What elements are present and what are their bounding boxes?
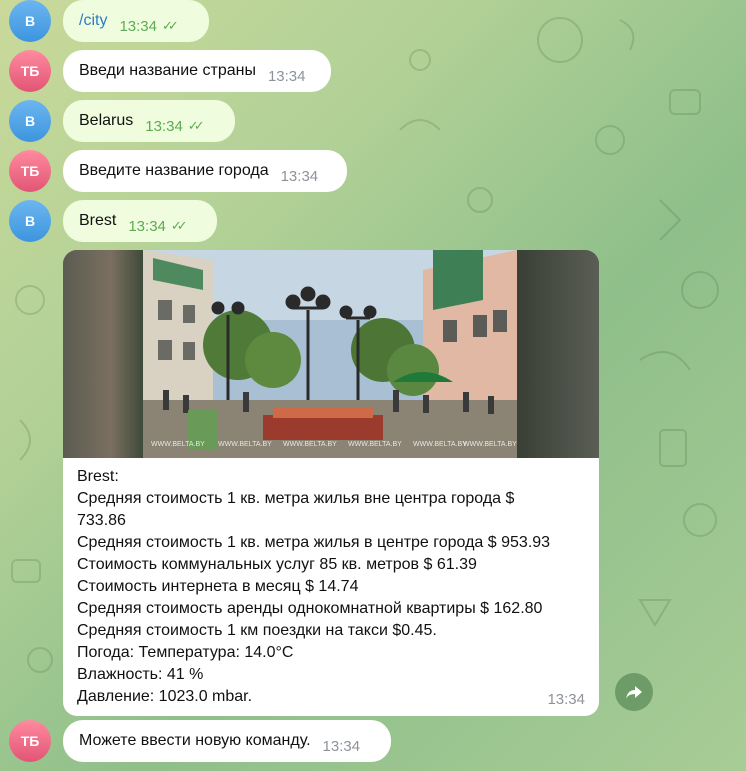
forward-arrow-icon <box>626 686 642 699</box>
incoming-message[interactable]: Введи название страны 13:34 <box>63 50 331 92</box>
info-line: Стоимость интернета в месяц $ 14.74 <box>77 578 359 595</box>
message-time: 13:34 <box>145 117 183 135</box>
message-time: 13:34 <box>119 17 157 35</box>
outgoing-message[interactable]: /city 13:34 ✓✓ <box>63 0 209 42</box>
incoming-message[interactable]: Можете ввести новую команду. 13:34 <box>63 720 391 762</box>
avatar[interactable]: ТБ <box>9 720 51 762</box>
message-text: Введите название города <box>79 162 269 179</box>
message-time: 13:34 <box>322 737 361 755</box>
info-line: Средняя стоимость аренды однокомнатной к… <box>77 600 543 617</box>
watermark-text: WWW.BELTA.BY <box>463 441 517 448</box>
photo-blur-left <box>63 250 143 458</box>
info-line: 733.86 <box>77 512 126 529</box>
photo-blur-right <box>517 250 599 458</box>
info-line: Средняя стоимость 1 км поездки на такси … <box>77 622 437 639</box>
info-line: Средняя стоимость 1 кв. метра жилья вне … <box>77 490 515 507</box>
message-text: Belarus <box>79 112 134 129</box>
double-check-icon: ✓✓ <box>162 18 179 33</box>
message-text: Можете ввести новую команду. <box>79 732 311 749</box>
outgoing-message[interactable]: Brest 13:34 ✓✓ <box>63 200 217 242</box>
watermark-text: WWW.BELTA.BY <box>151 441 205 448</box>
message-time: 13:34 <box>280 167 319 185</box>
forward-button[interactable] <box>615 673 653 711</box>
city-photo[interactable]: WWW.BELTA.BY WWW.BELTA.BY WWW.BELTA.BY W… <box>63 250 599 458</box>
city-street-image[interactable]: WWW.BELTA.BY WWW.BELTA.BY WWW.BELTA.BY W… <box>143 250 517 458</box>
info-line: Brest: <box>77 468 119 485</box>
avatar[interactable]: ТБ <box>9 150 51 192</box>
double-check-icon: ✓✓ <box>187 118 205 133</box>
incoming-message[interactable]: Введите название города 13:34 <box>63 150 347 192</box>
watermark-text: WWW.BELTA.BY <box>283 441 337 448</box>
message-text: Brest <box>79 212 117 229</box>
message-text: Введи название страны <box>79 62 256 79</box>
watermark-text: WWW.BELTA.BY <box>413 441 467 448</box>
watermark-text: WWW.BELTA.BY <box>348 441 402 448</box>
avatar[interactable]: В <box>9 0 51 42</box>
city-info-message[interactable]: WWW.BELTA.BY WWW.BELTA.BY WWW.BELTA.BY W… <box>63 250 599 716</box>
watermark-text: WWW.BELTA.BY <box>218 441 272 448</box>
info-line: Погода: Температура: 14.0°C <box>77 644 294 661</box>
message-text[interactable]: /city <box>79 12 107 30</box>
avatar[interactable]: В <box>9 100 51 142</box>
info-line: Влажность: 41 % <box>77 666 204 683</box>
avatar[interactable]: ТБ <box>9 50 51 92</box>
double-check-icon: ✓✓ <box>170 218 188 233</box>
info-line: Давление: 1023.0 mbar. <box>77 688 253 705</box>
avatar[interactable]: В <box>9 200 51 242</box>
message-time: 13:34 <box>547 691 585 708</box>
info-line: Стоимость коммунальных услуг 85 кв. метр… <box>77 556 477 573</box>
city-info-text: Brest: Средняя стоимость 1 кв. метра жил… <box>63 458 599 708</box>
info-line: Средняя стоимость 1 кв. метра жилья в це… <box>77 534 551 551</box>
message-time: 13:34 <box>267 67 306 85</box>
message-time: 13:34 <box>128 217 166 235</box>
outgoing-message[interactable]: Belarus 13:34 ✓✓ <box>63 100 235 142</box>
